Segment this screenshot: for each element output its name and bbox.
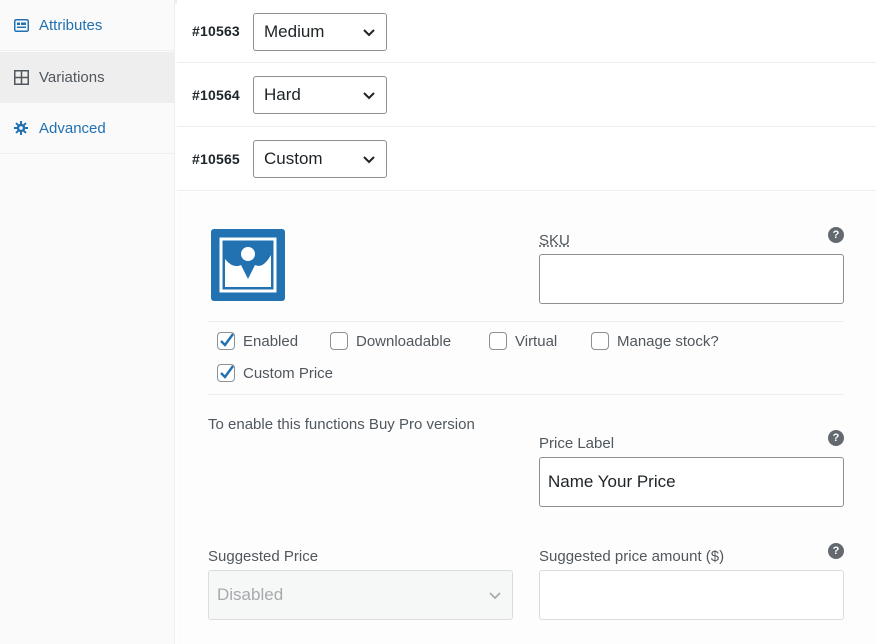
variation-details-panel: SKU ? Enabled Downloadable Virtual Manag… — [177, 192, 876, 644]
suggested-price-label: Suggested Price — [208, 548, 319, 565]
variation-id: #10564 — [192, 87, 240, 103]
tab-label: Variations — [39, 68, 105, 86]
chevron-down-icon — [363, 156, 375, 164]
checkbox-label: Manage stock? — [617, 332, 719, 350]
gear-icon — [13, 120, 29, 136]
checkbox-box — [217, 364, 235, 382]
checkbox-label: Custom Price — [243, 364, 334, 382]
variation-attribute-select[interactable]: Hard — [253, 76, 387, 114]
variation-image-upload[interactable] — [211, 229, 285, 301]
variation-id: #10565 — [192, 151, 240, 167]
pro-version-notice: To enable this functions Buy Pro version — [208, 416, 475, 433]
tab-variations[interactable]: Variations — [0, 52, 174, 103]
checkbox-label: Enabled — [243, 332, 299, 350]
help-icon[interactable]: ? — [828, 227, 844, 243]
variation-row: #10565 Custom — [177, 128, 876, 191]
variation-row: #10563 Medium — [177, 0, 876, 63]
checkmark-icon — [220, 333, 234, 347]
divider — [208, 321, 844, 322]
checkbox-label: Virtual — [515, 332, 558, 350]
downloadable-checkbox[interactable]: Downloadable — [330, 332, 451, 350]
checkbox-box — [591, 332, 609, 350]
tab-advanced[interactable]: Advanced — [0, 103, 174, 154]
tab-attributes[interactable]: Attributes — [0, 0, 174, 51]
checkmark-icon — [220, 365, 234, 379]
virtual-checkbox[interactable]: Virtual — [489, 332, 557, 350]
help-icon[interactable]: ? — [828, 430, 844, 446]
manage-stock-checkbox[interactable]: Manage stock? — [591, 332, 719, 350]
sku-input[interactable] — [539, 254, 844, 304]
chevron-down-icon — [363, 29, 375, 37]
chevron-down-icon — [489, 592, 501, 600]
divider — [208, 394, 844, 395]
image-placeholder-icon — [219, 237, 277, 293]
grid-icon — [13, 69, 29, 85]
checkbox-box — [330, 332, 348, 350]
variation-attribute-select[interactable]: Medium — [253, 13, 387, 51]
tab-label: Attributes — [39, 16, 103, 34]
checkbox-box — [217, 332, 235, 350]
select-value: Disabled — [217, 585, 284, 604]
tab-label: Advanced — [39, 119, 106, 137]
checkbox-box — [489, 332, 507, 350]
price-label-input[interactable]: Name Your Price — [539, 457, 844, 507]
variation-id: #10563 — [192, 23, 240, 39]
select-value: Custom — [264, 149, 323, 168]
attributes-icon — [13, 17, 29, 33]
select-value: Hard — [264, 85, 301, 104]
chevron-down-icon — [363, 92, 375, 100]
custom-price-checkbox[interactable]: Custom Price — [217, 364, 333, 382]
product-data-tabs: Attributes Variations Advanced — [0, 0, 175, 644]
checkbox-label: Downloadable — [356, 332, 452, 350]
sku-label: SKU — [539, 232, 570, 249]
help-icon[interactable]: ? — [828, 543, 844, 559]
suggested-amount-label: Suggested price amount ($) — [539, 548, 725, 565]
variation-attribute-select[interactable]: Custom — [253, 140, 387, 178]
enabled-checkbox[interactable]: Enabled — [217, 332, 298, 350]
suggested-amount-input[interactable] — [539, 570, 844, 620]
select-value: Medium — [264, 22, 325, 41]
price-label-label: Price Label — [539, 435, 615, 452]
suggested-price-select[interactable]: Disabled — [208, 570, 513, 620]
variation-row: #10564 Hard — [177, 64, 876, 127]
